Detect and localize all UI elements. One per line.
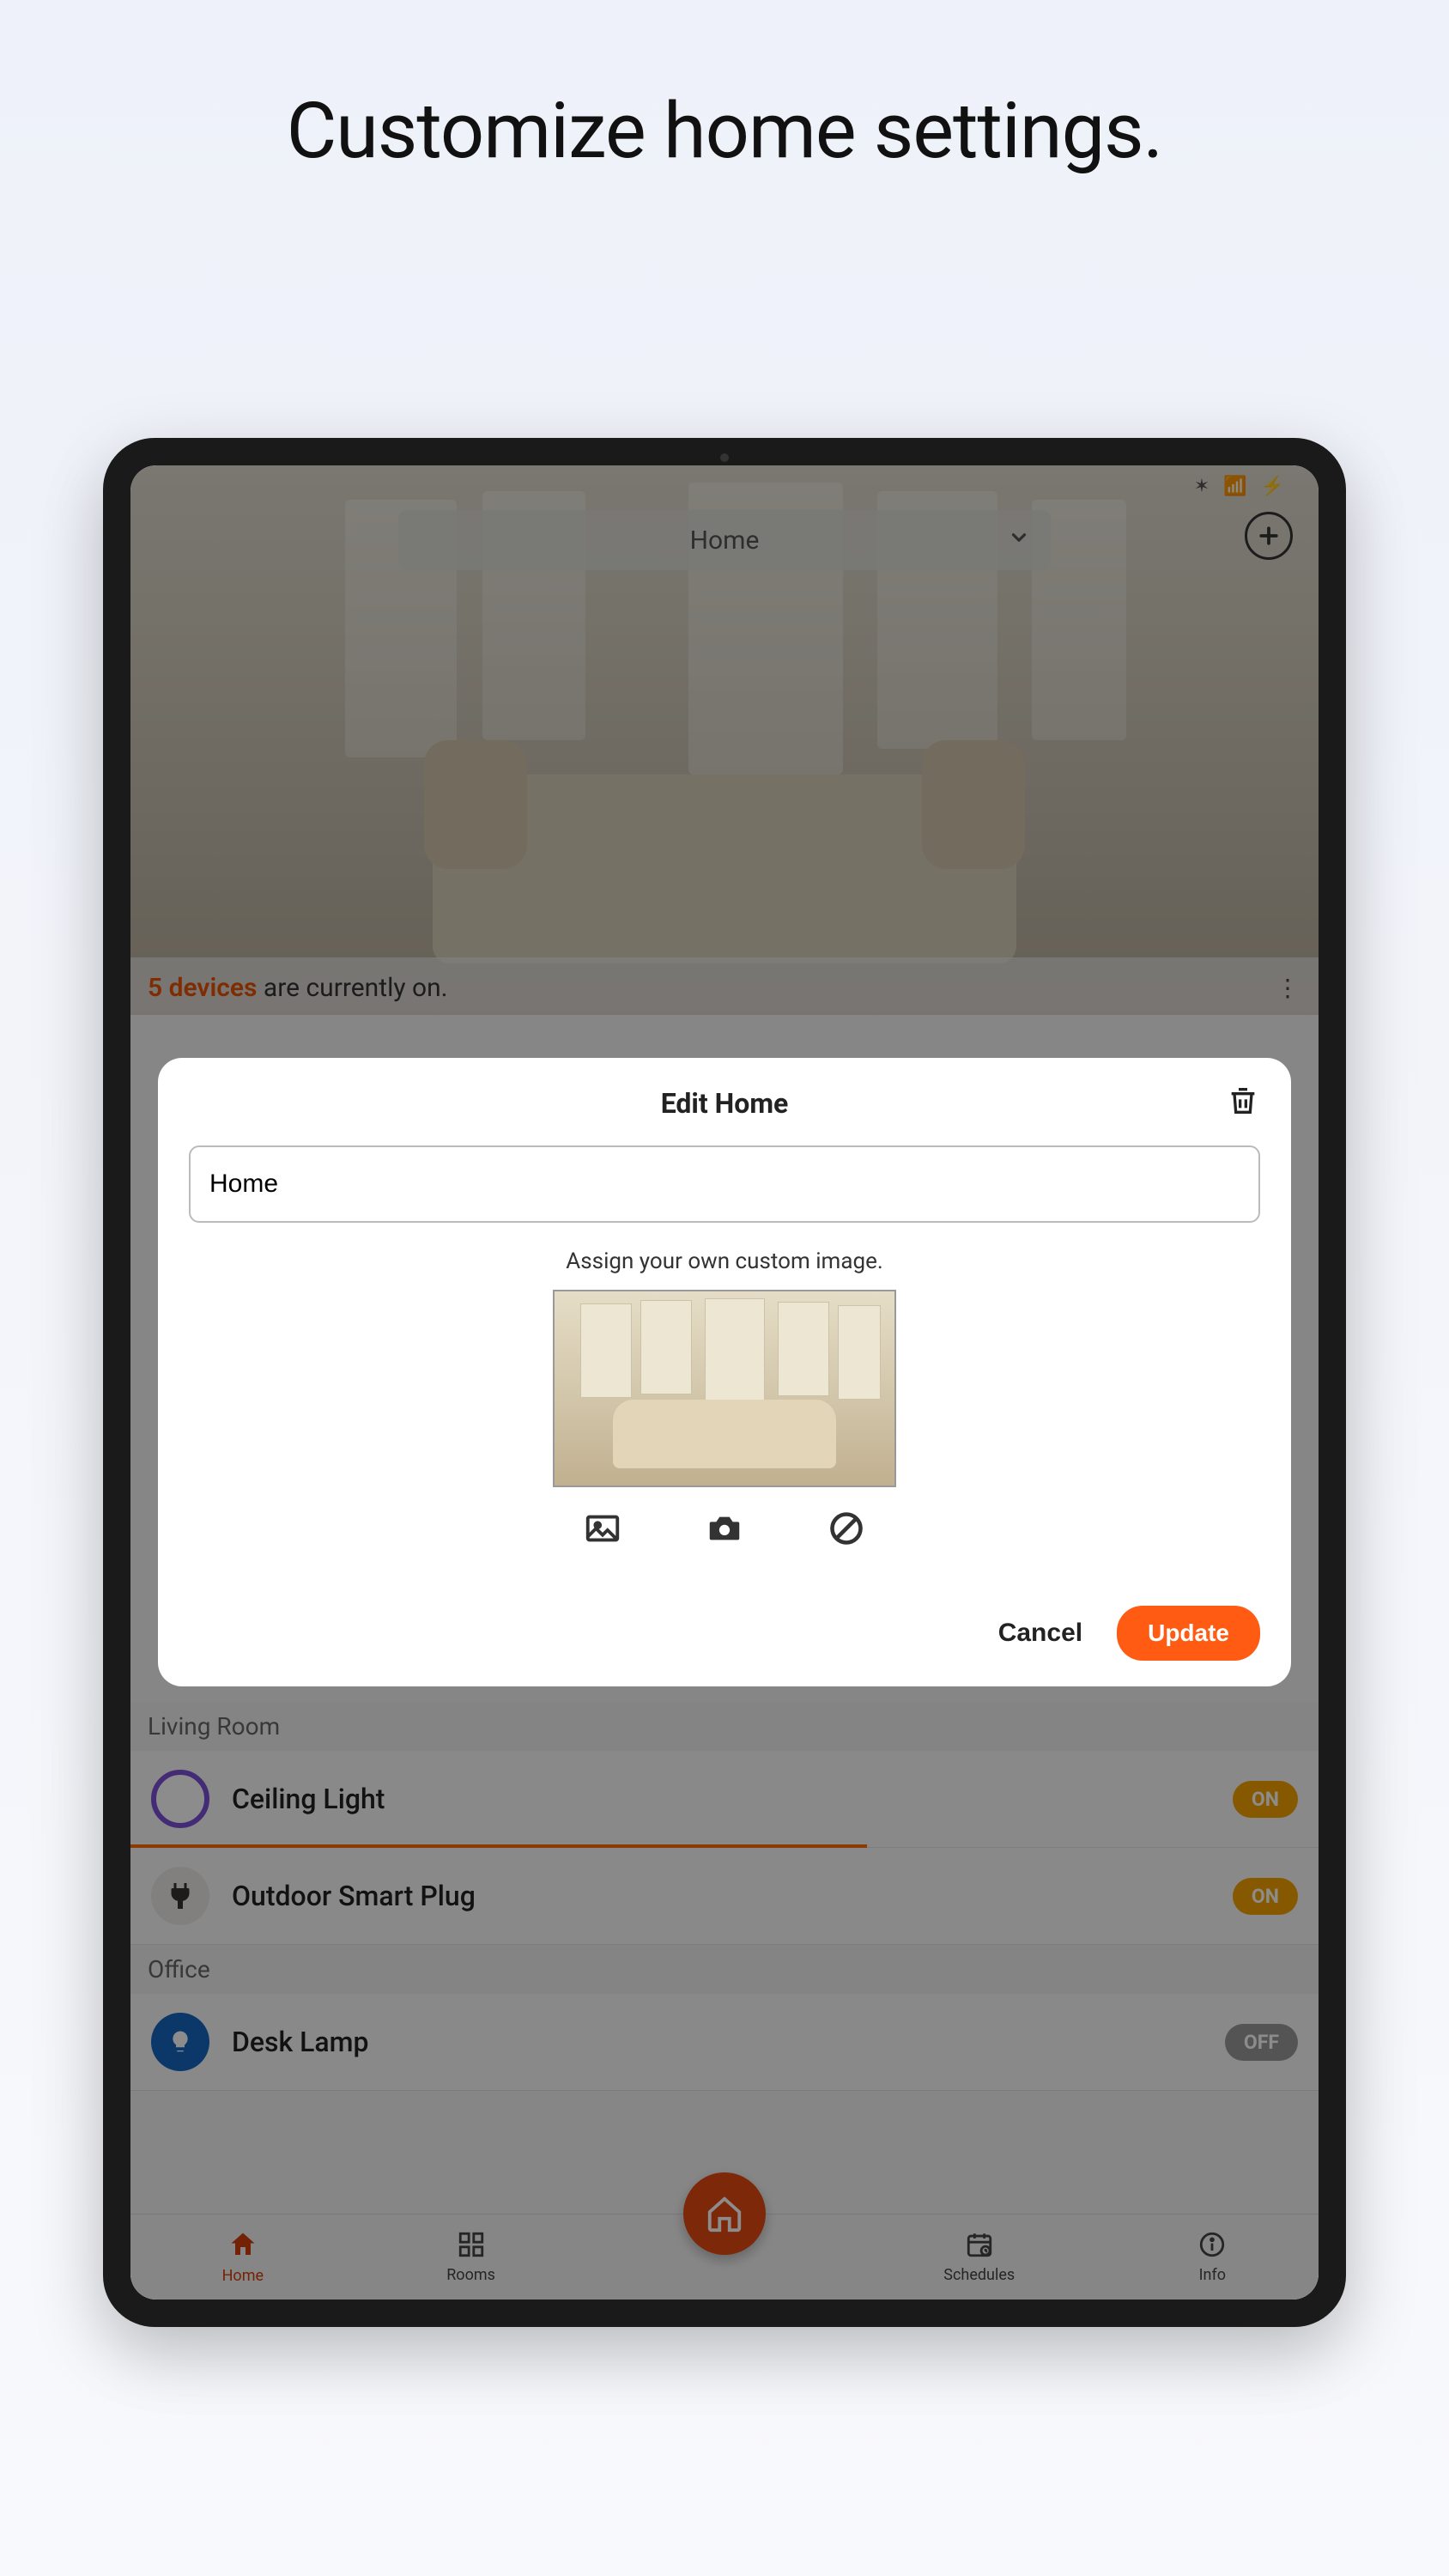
image-actions [189,1506,1260,1551]
modal-subtext: Assign your own custom image. [189,1249,1260,1274]
delete-button[interactable] [1226,1084,1260,1118]
gallery-button[interactable] [580,1506,625,1551]
cancel-button[interactable]: Cancel [998,1619,1082,1648]
camera-button[interactable] [702,1506,747,1551]
page-title: Customize home settings. [0,0,1449,176]
edit-home-modal: Edit Home Assign your own custom image. [158,1058,1291,1686]
modal-title: Edit Home [661,1087,789,1120]
home-name-input[interactable] [189,1145,1260,1223]
tablet-screen: ✶📶⚡ Home 5 devices are currently on. ⋮ [130,465,1319,2300]
remove-image-button[interactable] [824,1506,869,1551]
custom-image-preview[interactable] [553,1290,896,1487]
tablet-frame: ✶📶⚡ Home 5 devices are currently on. ⋮ [103,438,1346,2327]
update-button[interactable]: Update [1117,1606,1260,1661]
